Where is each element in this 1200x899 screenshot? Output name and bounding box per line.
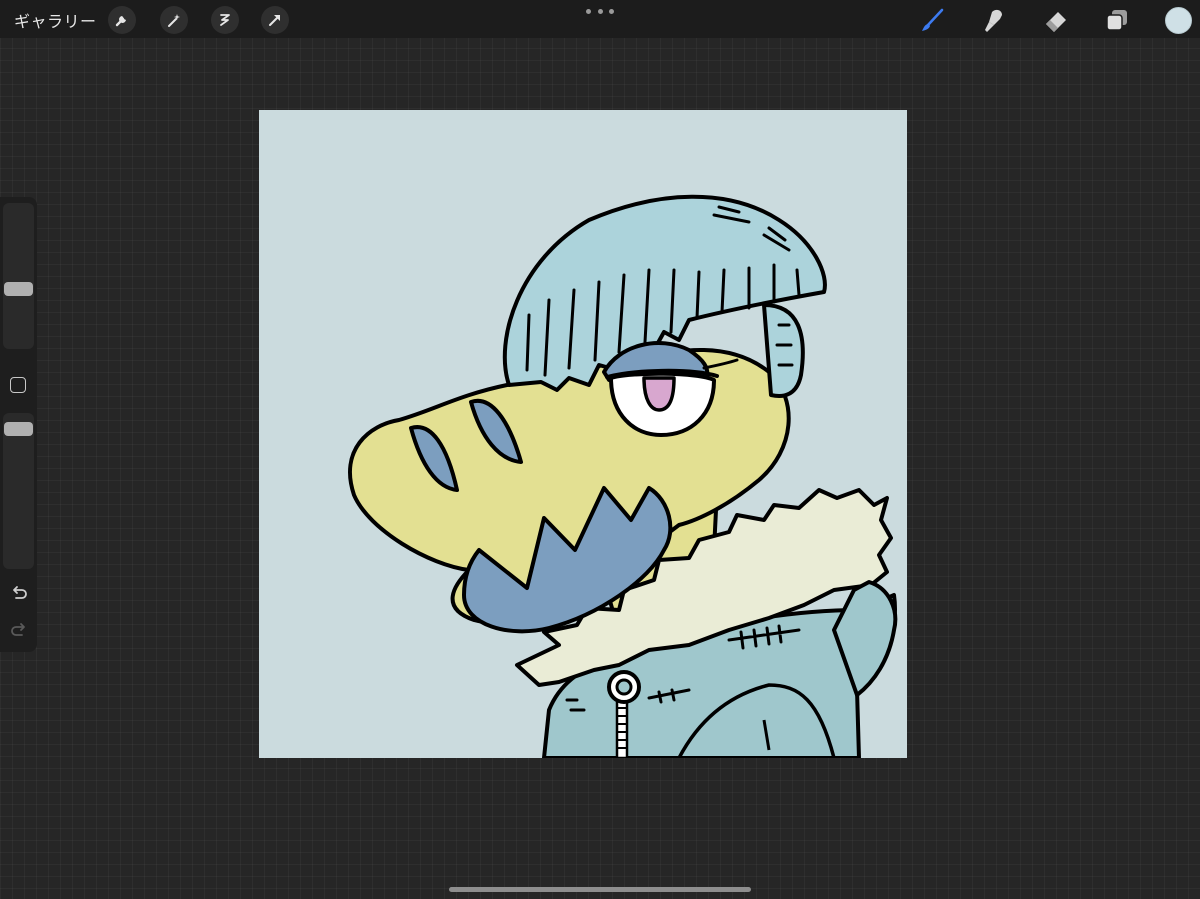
selection-button[interactable] <box>211 6 239 34</box>
adjustments-button[interactable] <box>160 6 188 34</box>
magic-wand-icon <box>168 14 180 27</box>
modifier-button[interactable] <box>10 377 26 393</box>
actions-wrench-button[interactable] <box>108 6 136 34</box>
dinosaur-artwork <box>348 194 898 758</box>
brush-size-slider[interactable] <box>3 203 34 349</box>
selection-icon <box>220 14 230 26</box>
smudge-icon <box>985 9 1002 32</box>
pupil <box>642 376 676 412</box>
layers-button[interactable] <box>1102 5 1132 35</box>
more-dot-icon <box>609 8 614 14</box>
more-options-button[interactable] <box>586 4 614 18</box>
opacity-thumb[interactable] <box>4 422 33 436</box>
opacity-slider[interactable] <box>3 413 34 569</box>
brush-tool-button[interactable] <box>918 5 948 35</box>
home-indicator[interactable] <box>449 887 751 892</box>
gallery-button[interactable]: ギャラリー <box>14 8 97 32</box>
undo-icon <box>13 586 27 599</box>
transform-arrow-icon <box>269 15 280 26</box>
eraser-tool-button[interactable] <box>1041 5 1071 35</box>
more-dot-icon <box>597 8 603 14</box>
redo-icon <box>11 623 25 636</box>
smudge-tool-button[interactable] <box>979 5 1009 35</box>
undo-button[interactable] <box>8 582 30 604</box>
brush-size-thumb[interactable] <box>4 282 33 296</box>
brush-icon <box>922 8 944 31</box>
left-sidebar <box>0 197 37 652</box>
top-toolbar: ギャラリー <box>0 0 1200 38</box>
eraser-icon <box>1046 12 1066 32</box>
wrench-icon <box>115 16 126 27</box>
transform-button[interactable] <box>261 6 289 34</box>
redo-button[interactable] <box>8 619 30 641</box>
layers-icon <box>1106 10 1127 31</box>
more-dot-icon <box>586 8 591 14</box>
hair-side <box>762 303 805 398</box>
drawing-canvas[interactable] <box>259 110 907 758</box>
color-picker-button[interactable] <box>1165 7 1192 34</box>
